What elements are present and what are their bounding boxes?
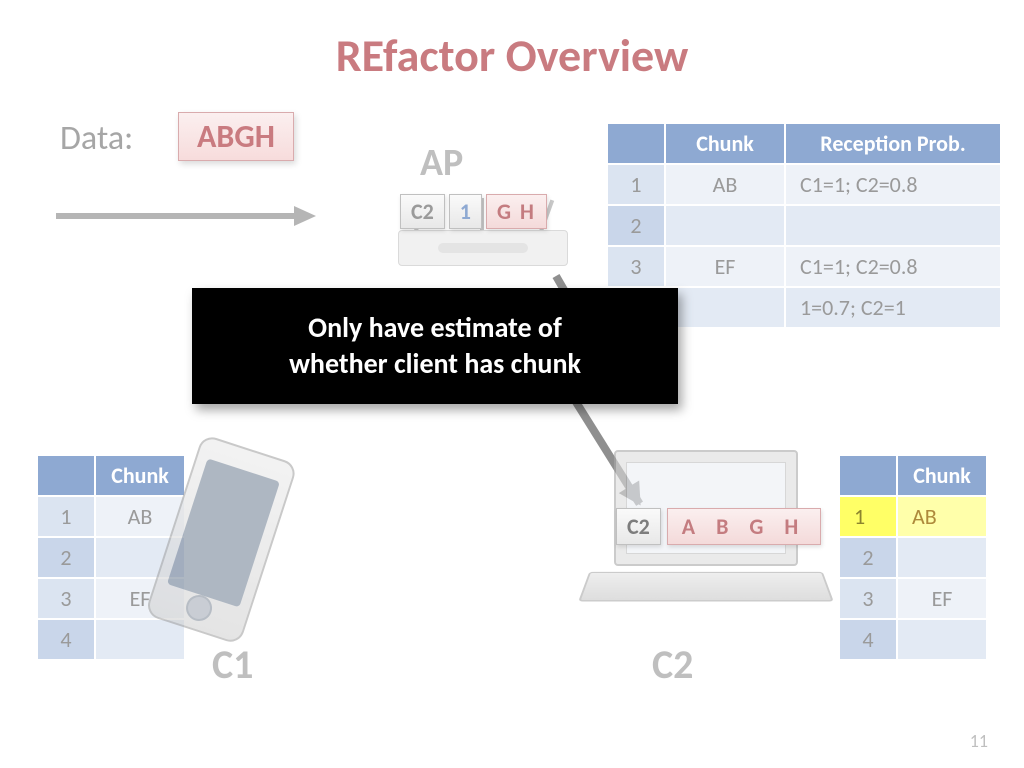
table-row: 4: [839, 619, 987, 660]
arrow-input-icon: [56, 206, 316, 226]
c2-th-chunk: Chunk: [897, 455, 987, 496]
ap-packet: C2 1 G H: [400, 194, 547, 229]
table-row: 3EF: [839, 578, 987, 619]
c2-packet: C2 A B G H: [616, 508, 821, 545]
ap-packet-payload: G H: [486, 194, 547, 229]
c2-label: C2: [652, 640, 693, 689]
callout-line2: whether client has chunk: [220, 346, 650, 382]
c1-th-chunk: Chunk: [95, 455, 185, 496]
table-row: 1AB: [37, 496, 185, 537]
table-row: 1 AB C1=1; C2=0.8: [607, 164, 1001, 205]
c2-packet-payload: A B G H: [667, 508, 821, 545]
callout-box: Only have estimate of whether client has…: [192, 288, 678, 404]
c1-label: C1: [212, 640, 253, 689]
slide: REfactor Overview Data: ABGH AP C2 1 G H…: [0, 0, 1024, 768]
table-row: 2: [607, 205, 1001, 246]
ap-packet-dest: C2: [400, 194, 445, 229]
table-row: 2: [839, 537, 987, 578]
ap-th-idx: [607, 123, 665, 164]
ap-th-prob: Reception Prob.: [785, 123, 1001, 164]
data-value-box: ABGH: [178, 112, 294, 161]
page-number: 11: [970, 730, 988, 752]
c2-table: Chunk 1AB 2 3EF 4: [838, 454, 988, 661]
table-row: 3 EF C1=1; C2=0.8: [607, 246, 1001, 287]
ap-th-chunk: Chunk: [665, 123, 785, 164]
table-row: 4: [37, 619, 185, 660]
table-row: 1AB: [839, 496, 987, 537]
slide-title: REfactor Overview: [0, 28, 1024, 84]
ap-label: AP: [420, 140, 463, 186]
c2-th-idx: [839, 455, 897, 496]
c2-packet-dest: C2: [616, 508, 661, 545]
ap-packet-ref: 1: [449, 194, 482, 229]
data-label: Data:: [60, 118, 133, 159]
c1-th-idx: [37, 455, 95, 496]
callout-line1: Only have estimate of: [220, 310, 650, 346]
